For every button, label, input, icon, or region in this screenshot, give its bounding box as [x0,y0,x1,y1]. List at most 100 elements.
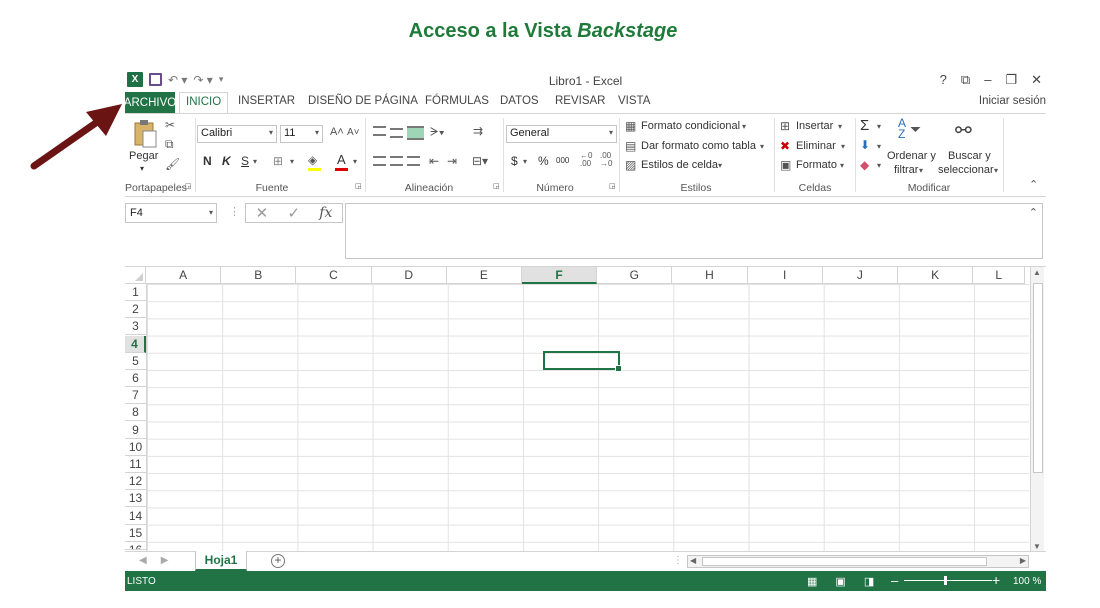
sheet-next-icon[interactable]: ▶ [161,555,169,566]
format-cells-icon[interactable]: ▣ [780,158,791,172]
horizontal-scroll-thumb[interactable] [702,557,987,566]
paste-icon[interactable] [131,119,159,149]
insert-cells-icon[interactable]: ⊞ [780,119,790,133]
vertical-scrollbar[interactable]: ▲ ▼ [1030,267,1044,552]
filter-funnel-icon[interactable]: ⏷ [910,121,921,138]
row-header-2[interactable]: 2 [125,301,146,319]
clear-dropdown-icon[interactable]: ▾ [877,161,881,170]
column-header-i[interactable]: I [747,267,823,284]
fill-dropdown-icon[interactable]: ▾ [877,142,881,151]
conditional-format-button[interactable]: Formato condicional [641,120,740,132]
wrap-text-icon[interactable]: ⇉ [473,124,483,138]
insert-cells-button[interactable]: Insertar [796,120,833,132]
scroll-left-icon[interactable]: ◀ [690,556,696,565]
add-sheet-icon[interactable]: + [271,554,285,568]
paste-dropdown-icon[interactable]: ▾ [140,164,144,173]
underline-button[interactable]: S [241,154,249,168]
format-cells-button[interactable]: Formato [796,159,837,171]
decrease-decimal-icon[interactable]: .00 →0 [600,152,612,168]
fill-icon[interactable]: ⬇ [860,138,870,152]
row-header-9[interactable]: 9 [125,422,146,439]
align-right-icon[interactable] [407,156,420,166]
autosum-icon[interactable]: Σ [860,117,869,134]
font-launcher-icon[interactable]: ◲ [355,182,362,190]
row-header-3[interactable]: 3 [125,318,146,336]
cut-icon[interactable]: ✂ [165,118,175,132]
horizontal-scrollbar[interactable]: ◀ ▶ [687,555,1029,568]
confirm-entry-icon[interactable]: ✓ [287,204,300,222]
decrease-font-icon[interactable]: A˅ [347,127,360,138]
align-top-icon[interactable] [373,126,386,136]
sort-filter-label-2[interactable]: filtrar [894,164,918,176]
row-header-1[interactable]: 1 [125,284,146,301]
row-header-4[interactable]: 4 [125,335,146,353]
format-painter-icon[interactable]: 🖌 [165,157,180,171]
cancel-entry-icon[interactable]: ✕ [256,204,269,222]
row-header-14[interactable]: 14 [125,508,146,525]
zoom-out-icon[interactable]: – [891,573,898,588]
column-header-a[interactable]: A [146,267,222,284]
alignment-launcher-icon[interactable]: ◲ [493,182,500,190]
cell-styles-icon[interactable]: ▨ [625,158,636,172]
format-table-icon[interactable]: ▤ [625,139,636,153]
column-header-h[interactable]: H [672,267,748,284]
column-header-l[interactable]: L [973,267,1026,284]
page-layout-view-icon[interactable]: ▣ [835,575,845,588]
autosum-dropdown-icon[interactable]: ▾ [877,122,881,131]
tab-insertar[interactable]: INSERTAR [238,95,295,107]
scroll-up-icon[interactable]: ▲ [1033,268,1041,277]
currency-button[interactable]: $ [511,154,518,168]
help-button[interactable]: ? [940,72,947,88]
split-grip-icon[interactable]: ⋮ [673,555,683,566]
font-size-select[interactable]: 11 ▾ [280,125,323,143]
find-select-label-2[interactable]: seleccionar [938,164,994,176]
sheet-prev-icon[interactable]: ◀ [139,555,147,566]
increase-decimal-icon[interactable]: ←0.00 [580,152,592,168]
row-header-6[interactable]: 6 [125,370,146,387]
align-bottom-icon[interactable] [407,126,424,140]
column-header-b[interactable]: B [221,267,297,284]
find-select-label[interactable]: Buscar y [948,150,991,162]
row-header-12[interactable]: 12 [125,473,146,491]
cell-styles-dropdown-icon[interactable]: ▾ [718,161,722,170]
number-launcher-icon[interactable]: ◲ [609,182,616,190]
italic-button[interactable]: K [222,154,231,168]
column-header-f[interactable]: F [522,267,598,284]
fill-color-icon[interactable]: ◈ [308,153,317,167]
thousands-button[interactable]: 000 [556,156,569,165]
row-header-8[interactable]: 8 [125,404,146,422]
restore-button[interactable]: ❐ [1005,72,1017,88]
select-all-corner[interactable] [125,267,146,284]
row-header-16[interactable]: 16 [125,542,146,550]
sheet-tab-hoja1[interactable]: Hoja1 [195,551,247,571]
row-header-11[interactable]: 11 [125,456,146,473]
collapse-ribbon-icon[interactable]: ⌃ [1029,178,1038,191]
sort-filter-icon[interactable]: AZ [898,117,906,140]
align-center-icon[interactable] [390,156,403,166]
formula-input[interactable]: ⌃ [345,203,1043,259]
row-header-5[interactable]: 5 [125,353,146,370]
column-header-e[interactable]: E [446,267,522,284]
minimize-button[interactable]: – [984,72,991,88]
name-box[interactable]: F4 ▾ [125,203,217,223]
font-color-icon[interactable]: A [337,152,346,167]
increase-font-icon[interactable]: A˄ [330,126,344,138]
copy-icon[interactable]: ⧉ [165,137,174,152]
tab-inicio[interactable]: INICIO [179,92,229,114]
tab-datos[interactable]: DATOS [500,95,539,107]
delete-cells-button[interactable]: Eliminar [796,140,836,152]
zoom-level[interactable]: 100 % [1013,576,1041,587]
clear-icon[interactable]: ◆ [860,158,869,172]
font-color-dropdown-icon[interactable]: ▾ [353,157,357,166]
format-cells-dropdown-icon[interactable]: ▾ [840,161,844,170]
zoom-in-icon[interactable]: + [992,572,1000,588]
currency-dropdown-icon[interactable]: ▾ [523,157,527,166]
close-button[interactable]: ✕ [1031,72,1042,88]
zoom-slider[interactable] [904,580,992,581]
cell-styles-button[interactable]: Estilos de celda [641,159,718,171]
column-header-c[interactable]: C [296,267,372,284]
format-table-dropdown-icon[interactable]: ▾ [760,142,764,151]
normal-view-icon[interactable]: ▦ [807,575,817,588]
increase-indent-icon[interactable]: ⇥ [447,154,457,168]
delete-cells-icon[interactable]: ✖ [780,139,790,153]
